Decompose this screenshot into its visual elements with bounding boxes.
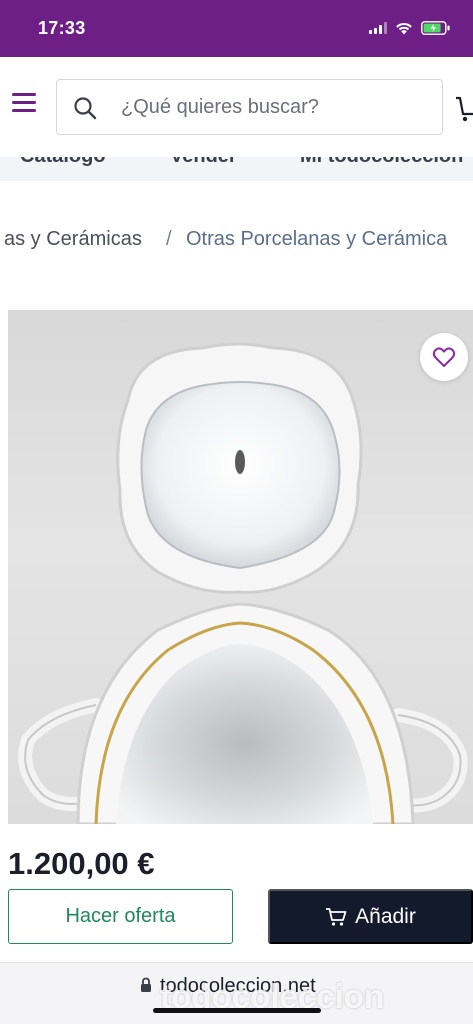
search-box[interactable] (56, 79, 443, 135)
status-icons (369, 21, 451, 35)
breadcrumb: as y Cerámicas / Otras Porcelanas y Cerá… (0, 228, 473, 258)
search-icon[interactable] (73, 96, 97, 120)
battery-icon (421, 21, 450, 35)
breadcrumb-item-otras-porcelanas[interactable]: Otras Porcelanas y Cerámica (186, 228, 447, 251)
add-to-cart-label: Añadir (355, 904, 416, 928)
tab-vender[interactable]: Vender (170, 157, 237, 168)
signal-icon (369, 22, 387, 34)
tab-catalogo[interactable]: Catálogo (20, 157, 106, 168)
tureen-photo (18, 342, 468, 824)
nav-tabs: Catálogo Vender Mi todocoleccion (0, 157, 473, 181)
search-input[interactable] (121, 94, 421, 120)
product-price: 1.200,00 € (8, 846, 155, 881)
status-time: 17:33 (38, 18, 86, 38)
make-offer-button[interactable]: Hacer oferta (8, 889, 233, 944)
favorite-button[interactable] (420, 333, 468, 381)
menu-icon[interactable] (12, 93, 36, 113)
status-bar: 17:33 (0, 0, 473, 57)
cart-icon (326, 907, 347, 926)
add-to-cart-button[interactable]: Añadir (268, 889, 473, 944)
home-indicator (153, 1008, 321, 1013)
header (0, 57, 473, 157)
breadcrumb-separator: / (166, 228, 172, 250)
tab-mi-todocoleccion[interactable]: Mi todocoleccion (300, 157, 463, 168)
cart-icon[interactable] (456, 95, 473, 123)
lock-icon (141, 977, 151, 992)
make-offer-label: Hacer oferta (65, 905, 176, 927)
wifi-icon (396, 22, 412, 34)
product-image[interactable] (8, 310, 473, 824)
heart-icon (432, 347, 456, 367)
breadcrumb-item-ceramicas[interactable]: as y Cerámicas (4, 228, 142, 251)
